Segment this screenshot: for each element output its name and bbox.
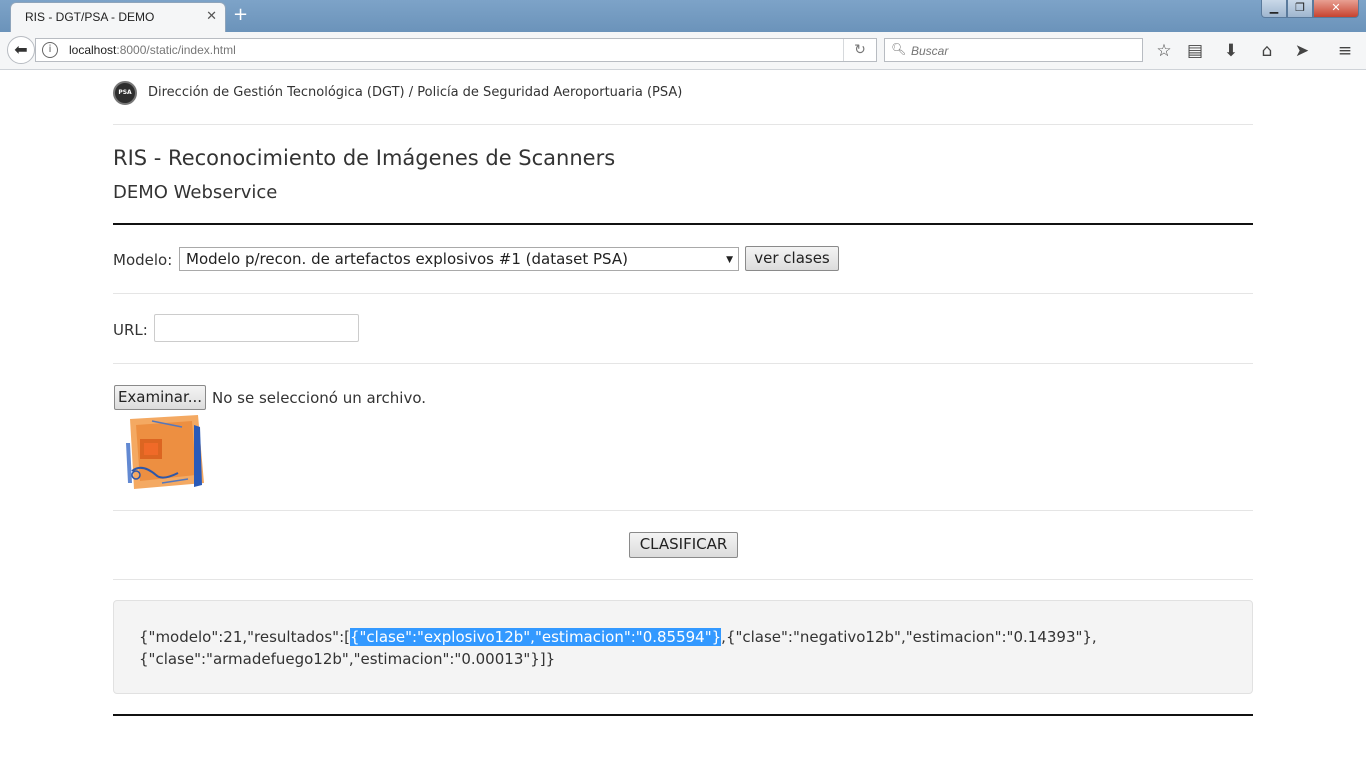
model-selected-value: Modelo p/recon. de artefactos explosivos… <box>186 250 628 268</box>
browser-tab[interactable]: RIS - DGT/PSA - DEMO ✕ <box>10 2 226 32</box>
search-bar[interactable]: 🔍︎ <box>884 38 1143 62</box>
close-window-icon[interactable]: ✕ <box>1313 0 1359 18</box>
divider <box>113 293 1253 294</box>
url-text[interactable]: localhost:8000/static/index.html <box>69 43 236 57</box>
tab-title: RIS - DGT/PSA - DEMO <box>25 10 155 24</box>
page-subtitle: DEMO Webservice <box>113 182 278 203</box>
result-highlighted: {"clase":"explosivo12b","estimacion":"0.… <box>349 628 722 646</box>
browser-navbar: i localhost:8000/static/index.html ↻ ⬅ 🔍… <box>0 32 1366 70</box>
back-arrow-icon: ⬅ <box>14 40 28 59</box>
divider <box>113 124 1253 125</box>
model-label: Modelo: <box>113 251 173 269</box>
divider <box>113 579 1253 580</box>
page-title: RIS - Reconocimiento de Imágenes de Scan… <box>113 146 616 170</box>
menu-icon[interactable]: ≡ <box>1335 41 1355 61</box>
divider-thick <box>113 223 1253 225</box>
url-label: URL: <box>113 321 148 339</box>
result-panel: {"modelo":21,"resultados":[{"clase":"exp… <box>113 600 1253 694</box>
back-button[interactable]: ⬅ <box>7 36 35 64</box>
url-host: localhost <box>69 43 117 57</box>
dropdown-arrow-icon: ▼ <box>726 255 733 265</box>
search-icon: 🔍︎ <box>891 42 907 56</box>
org-header: PSA Dirección de Gestión Tecnológica (DG… <box>113 80 1253 106</box>
search-input[interactable] <box>909 41 1138 61</box>
org-text: Dirección de Gestión Tecnológica (DGT) /… <box>148 85 683 100</box>
tab-close-icon[interactable]: ✕ <box>206 9 217 24</box>
url-input[interactable] <box>154 314 359 342</box>
result-prefix: {"modelo":21,"resultados":[ <box>139 628 350 646</box>
result-line1-rest: ,{"clase":"negativo12b","estimacion":"0.… <box>721 628 1097 646</box>
info-icon[interactable]: i <box>42 42 58 58</box>
new-tab-icon[interactable]: + <box>233 4 248 25</box>
file-status: No se seleccionó un archivo. <box>212 389 426 407</box>
minimize-icon[interactable]: ▁ <box>1261 0 1287 18</box>
model-select[interactable]: Modelo p/recon. de artefactos explosivos… <box>179 247 739 271</box>
window-controls: ▁ ❐ ✕ <box>1261 0 1359 18</box>
reading-list-icon[interactable]: ▤ <box>1185 41 1205 61</box>
home-icon[interactable]: ⌂ <box>1257 41 1277 61</box>
url-path: :8000/static/index.html <box>116 43 236 57</box>
result-json: {"modelo":21,"resultados":[{"clase":"exp… <box>139 626 1229 670</box>
psa-logo: PSA <box>113 81 137 105</box>
maximize-icon[interactable]: ❐ <box>1287 0 1313 18</box>
divider <box>113 363 1253 364</box>
reload-icon[interactable]: ↻ <box>843 39 876 61</box>
browser-titlebar: RIS - DGT/PSA - DEMO ✕ + ▁ ❐ ✕ <box>0 0 1366 32</box>
ver-clases-button[interactable]: ver clases <box>745 246 839 271</box>
divider <box>113 510 1253 511</box>
send-icon[interactable]: ➤ <box>1292 41 1312 61</box>
url-bar[interactable]: i localhost:8000/static/index.html ↻ <box>35 38 877 62</box>
result-line2: {"clase":"armadefuego12b","estimacion":"… <box>139 650 556 668</box>
classify-button[interactable]: CLASIFICAR <box>629 532 738 558</box>
browse-button[interactable]: Examinar... <box>114 385 206 410</box>
scanner-image-preview <box>122 413 206 490</box>
bookmark-star-icon[interactable]: ☆ <box>1154 41 1174 61</box>
divider-thick <box>113 714 1253 716</box>
download-icon[interactable]: ⬇ <box>1221 41 1241 61</box>
